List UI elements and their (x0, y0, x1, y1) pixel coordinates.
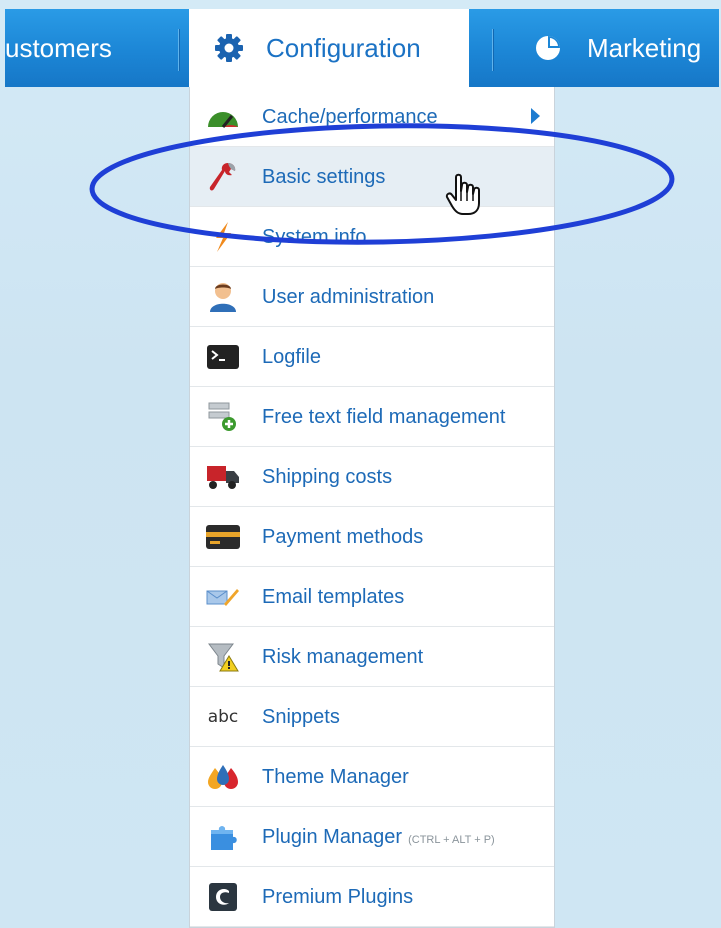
speedometer-icon (206, 102, 240, 132)
nav-item-marketing[interactable]: Marketing (505, 9, 719, 87)
terminal-icon (206, 342, 240, 372)
menu-item-basic-settings[interactable]: Basic settings (190, 147, 554, 207)
menu-item-label: Cache/performance (262, 106, 438, 128)
menu-item-label: Email templates (262, 586, 405, 608)
menu-item-cache-performance[interactable]: Cache/performance (190, 87, 554, 147)
nav-item-label: ustomers (5, 32, 112, 63)
menu-item-user-administration[interactable]: User administration (190, 267, 554, 327)
nav-item-configuration[interactable]: Configuration (189, 9, 469, 87)
menu-item-free-text-field-management[interactable]: Free text field management (190, 387, 554, 447)
menu-item-label: Logfile (262, 346, 321, 368)
abc-icon: abc (206, 702, 240, 732)
plugin-manager-label: Plugin Manager (262, 826, 403, 848)
lightning-icon (206, 222, 240, 252)
menu-item-label: Premium Plugins (262, 886, 414, 908)
truck-icon (206, 462, 240, 492)
shopware-icon (206, 882, 240, 912)
nav-item-customers[interactable]: ustomers (5, 9, 175, 87)
keyboard-shortcut-hint: (CTRL + ALT + P) (408, 834, 495, 846)
menu-item-payment-methods[interactable]: Payment methods (190, 507, 554, 567)
menu-item-plugin-manager[interactable]: Plugin Manager (CTRL + ALT + P) (190, 807, 554, 867)
menu-item-label: Theme Manager (262, 766, 409, 788)
menu-item-label: Free text field management (262, 406, 506, 428)
drops-icon (206, 762, 240, 792)
menu-item-premium-plugins[interactable]: Premium Plugins (190, 867, 554, 927)
menu-separator (492, 29, 493, 71)
menu-item-label: Payment methods (262, 526, 424, 548)
menu-item-risk-management[interactable]: Risk management (190, 627, 554, 687)
wrench-icon (206, 162, 240, 192)
menu-item-logfile[interactable]: Logfile (190, 327, 554, 387)
nav-item-label: Marketing (587, 32, 702, 63)
nav-item-label: Configuration (266, 32, 421, 63)
submenu-arrow-icon (531, 108, 540, 124)
menu-item-label: System info (262, 226, 367, 248)
menu-item-label: Risk management (262, 646, 424, 668)
user-icon (206, 282, 240, 312)
menu-item-label: Snippets (262, 706, 340, 728)
envelope-pencil-icon (206, 582, 240, 612)
menu-item-email-templates[interactable]: Email templates (190, 567, 554, 627)
menu-item-theme-manager[interactable]: Theme Manager (190, 747, 554, 807)
pie-chart-icon (535, 35, 561, 61)
gear-icon (214, 33, 244, 63)
menu-item-system-info[interactable]: System info (190, 207, 554, 267)
menu-item-label: Shipping costs (262, 466, 393, 488)
configuration-dropdown-menu: Cache/performance Basic settings System … (189, 87, 555, 928)
puzzle-icon (206, 822, 240, 852)
form-add-icon (206, 402, 240, 432)
menu-item-label: Basic settings (262, 166, 386, 188)
main-menu-bar: ustomers Configuration Marketing (5, 9, 719, 87)
credit-card-icon (206, 522, 240, 552)
menu-item-label: User administration (262, 286, 435, 308)
filter-warning-icon (206, 642, 240, 672)
menu-item-shipping-costs[interactable]: Shipping costs (190, 447, 554, 507)
menu-item-snippets[interactable]: abc Snippets (190, 687, 554, 747)
abc-icon-text: abc (207, 707, 239, 727)
menu-item-label: Plugin Manager (CTRL + ALT + P) (262, 826, 495, 849)
menu-separator (178, 29, 179, 71)
